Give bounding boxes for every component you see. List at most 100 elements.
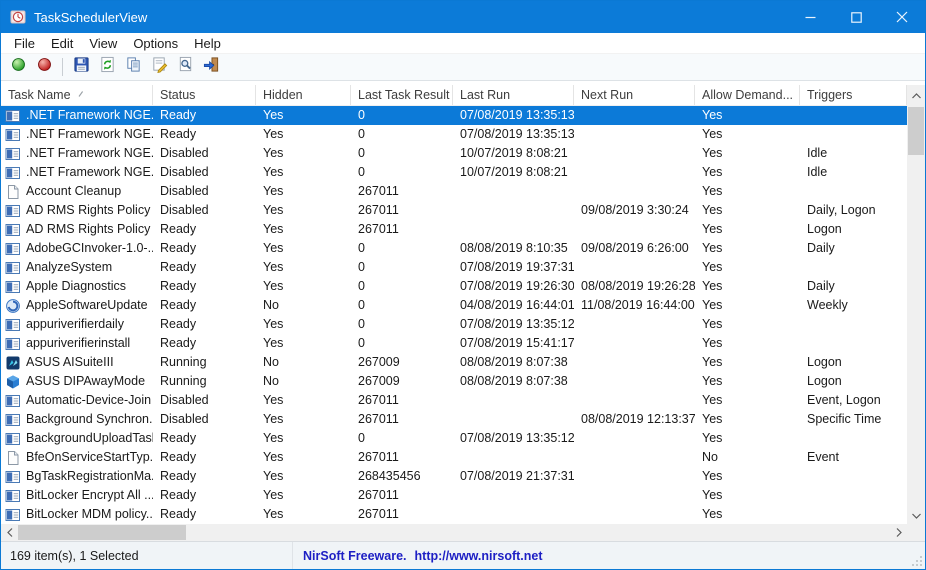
table-row[interactable]: .NET Framework NGE... Disabled Yes 0 10/07/2… xyxy=(1,163,907,182)
task-task-icon xyxy=(5,222,21,238)
table-row[interactable]: appuriverifierdaily Ready Yes 0 07/08/2019 1… xyxy=(1,315,907,334)
horizontal-scroll-thumb[interactable] xyxy=(18,525,186,540)
vertical-scroll-thumb[interactable] xyxy=(908,107,924,155)
cell-name: BackgroundUploadTask xyxy=(1,429,153,448)
scroll-right-icon[interactable] xyxy=(890,524,907,541)
table-row[interactable]: BfeOnServiceStartTyp... Ready Yes 267011 No E… xyxy=(1,448,907,467)
cell-allow_demand: Yes xyxy=(702,374,723,388)
task-name-text: Apple Diagnostics xyxy=(26,279,127,293)
horizontal-scrollbar[interactable] xyxy=(1,524,908,541)
cell-last_result: 267011 xyxy=(358,507,399,521)
table-row[interactable]: BitLocker Encrypt All ... Ready Yes 267011 Y… xyxy=(1,486,907,505)
advanced-options-button[interactable] xyxy=(198,55,224,79)
table-row[interactable]: AnalyzeSystem Ready Yes 0 07/08/2019 19:37:3… xyxy=(1,258,907,277)
cell-allow_demand: Yes xyxy=(702,507,723,521)
task-name-text: BitLocker Encrypt All ... xyxy=(26,488,153,502)
table-row[interactable]: Automatic-Device-Join Disabled Yes 267011 Ye… xyxy=(1,391,907,410)
find-button[interactable] xyxy=(172,55,198,79)
cell-status: Disabled xyxy=(160,184,209,198)
table-row[interactable]: BackgroundUploadTask Ready Yes 0 07/08/2019 … xyxy=(1,429,907,448)
menu-help[interactable]: Help xyxy=(186,34,229,53)
table-body: .NET Framework NGE... Ready Yes 0 07/08/2019… xyxy=(1,106,907,524)
column-label: Allow Demand... xyxy=(702,88,794,102)
column-header-status[interactable]: Status xyxy=(153,85,256,105)
run-task-button[interactable] xyxy=(5,55,31,79)
cell-status: Ready xyxy=(160,488,197,502)
menu-file[interactable]: File xyxy=(6,34,43,53)
table-row[interactable]: AD RMS Rights Policy ... Disabled Yes 26701… xyxy=(1,201,907,220)
cell-next_run xyxy=(574,220,695,239)
cell-triggers: Daily, Logon xyxy=(807,203,876,217)
task-name-text: BfeOnServiceStartTyp... xyxy=(26,450,153,464)
resize-grip-icon[interactable] xyxy=(911,555,923,567)
task-name-text: AnalyzeSystem xyxy=(26,260,113,274)
table-row[interactable]: Apple Diagnostics Ready Yes 0 07/08/2019 19:… xyxy=(1,277,907,296)
table-row[interactable]: AD RMS Rights Policy ... Ready Yes 267011 Ye… xyxy=(1,220,907,239)
table-row[interactable]: ASUS DIPAwayMode Running No 267009 08/08/201… xyxy=(1,372,907,391)
scroll-down-icon[interactable] xyxy=(907,507,925,524)
table-row[interactable]: AppleSoftwareUpdate Ready No 0 04/08/2019 16… xyxy=(1,296,907,315)
cell-next_run: 11/08/2019 16:44:00 xyxy=(581,298,695,312)
cell-triggers: Logon xyxy=(807,374,842,388)
column-header-last_result[interactable]: Last Task Result xyxy=(351,85,453,105)
table-row[interactable]: BgTaskRegistrationMa... Ready Yes 268435456… xyxy=(1,467,907,486)
cell-last_run: 07/08/2019 15:41:17 xyxy=(460,336,574,350)
refresh-button[interactable] xyxy=(94,55,120,79)
column-label: Hidden xyxy=(263,88,303,102)
menu-options[interactable]: Options xyxy=(125,34,186,53)
stop-task-button[interactable] xyxy=(31,55,57,79)
cell-name: .NET Framework NGE... xyxy=(1,125,153,144)
close-button[interactable] xyxy=(879,1,925,33)
copy-button[interactable] xyxy=(120,55,146,79)
menu-view[interactable]: View xyxy=(81,34,125,53)
minimize-button[interactable] xyxy=(787,1,833,33)
table-row[interactable]: ASUS AISuiteIII Running No 267009 08/08/2019… xyxy=(1,353,907,372)
cell-status: Running xyxy=(160,355,207,369)
cell-last_run xyxy=(453,182,574,201)
scroll-left-icon[interactable] xyxy=(1,524,18,541)
cell-status: Disabled xyxy=(160,393,209,407)
title-bar: TaskSchedulerView xyxy=(1,1,925,33)
cell-allow_demand: Yes xyxy=(702,222,723,236)
cell-status: Ready xyxy=(160,469,197,483)
toolbar-separator xyxy=(62,58,63,76)
column-header-allow_demand[interactable]: Allow Demand... xyxy=(695,85,800,105)
cell-allow_demand: Yes xyxy=(702,317,723,331)
table-row[interactable]: .NET Framework NGE... Ready Yes 0 07/08/2019… xyxy=(1,125,907,144)
cell-hidden: Yes xyxy=(263,127,284,141)
cell-hidden: Yes xyxy=(263,450,284,464)
column-header-last_run[interactable]: Last Run xyxy=(453,85,574,105)
table-row[interactable]: Account Cleanup Disabled Yes 267011 Yes xyxy=(1,182,907,201)
table-row[interactable]: BitLocker MDM policy... Ready Yes 267011 Yes xyxy=(1,505,907,524)
maximize-button[interactable] xyxy=(833,1,879,33)
column-header-triggers[interactable]: Triggers xyxy=(800,85,907,105)
scroll-up-icon[interactable] xyxy=(907,85,925,106)
table-row[interactable]: AdobeGCInvoker-1.0-... Ready Yes 0 08/08/201… xyxy=(1,239,907,258)
column-header-hidden[interactable]: Hidden xyxy=(256,85,351,105)
menu-edit[interactable]: Edit xyxy=(43,34,81,53)
nirsoft-url-link[interactable]: http://www.nirsoft.net xyxy=(415,549,543,563)
cell-last_run: 10/07/2019 8:08:21 xyxy=(460,146,568,160)
column-header-next_run[interactable]: Next Run xyxy=(574,85,695,105)
table-row[interactable]: Background Synchron... Disabled Yes 267011 0… xyxy=(1,410,907,429)
vertical-scrollbar[interactable] xyxy=(907,85,925,524)
table-row[interactable]: .NET Framework NGE... Disabled Yes 0 10/07/2… xyxy=(1,144,907,163)
column-header-name[interactable]: Task Name xyxy=(1,85,153,105)
cell-hidden: Yes xyxy=(263,203,284,217)
cell-next_run xyxy=(574,125,695,144)
table-row[interactable]: .NET Framework NGE... Ready Yes 0 07/08/2019… xyxy=(1,106,907,125)
asus-dip-task-icon xyxy=(5,374,21,390)
cell-triggers: Logon xyxy=(807,222,842,236)
properties-button[interactable] xyxy=(146,55,172,79)
cell-triggers: Logon xyxy=(807,355,842,369)
cell-last_result: 0 xyxy=(358,108,365,122)
task-name-text: Account Cleanup xyxy=(26,184,122,198)
cell-name: appuriverifierdaily xyxy=(1,315,153,334)
cell-status: Disabled xyxy=(160,165,209,179)
properties-icon xyxy=(151,56,168,78)
cell-allow_demand: Yes xyxy=(702,469,723,483)
cell-last_result: 0 xyxy=(358,279,365,293)
save-button[interactable] xyxy=(68,55,94,79)
cell-allow_demand: Yes xyxy=(702,298,723,312)
table-row[interactable]: appuriverifierinstall Ready Yes 0 07/08/2019… xyxy=(1,334,907,353)
